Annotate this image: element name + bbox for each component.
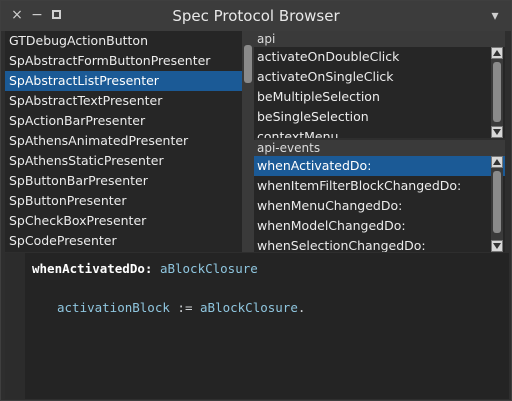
class-list-item[interactable]: SpAthensAnimatedPresenter: [5, 131, 255, 151]
spec-protocol-browser-window: × − Spec Protocol Browser ▾ GTDebugActio…: [0, 0, 512, 401]
class-list-item[interactable]: SpAbstractFormButtonPresenter: [5, 51, 255, 71]
source-code-editor[interactable]: whenActivatedDo: aBlockClosure activatio…: [5, 253, 509, 399]
title-bar[interactable]: × − Spec Protocol Browser ▾: [1, 1, 511, 31]
scroll-up-arrow-icon[interactable]: [491, 156, 503, 168]
window-title: Spec Protocol Browser: [172, 7, 340, 25]
body-statement-end: .: [297, 300, 306, 315]
api-events-pane-header: api-events: [254, 140, 505, 156]
event-list-item[interactable]: whenMenuChangedDo:: [254, 196, 505, 216]
api-pane-header: api: [254, 31, 505, 47]
class-list-item[interactable]: SpAbstractTextPresenter: [5, 91, 255, 111]
api-pane-scrollbar[interactable]: [491, 47, 503, 138]
api-events-pane: api-events whenActivatedDo: whenItemFilt…: [254, 140, 505, 252]
class-list-item[interactable]: SpCodePresenter: [5, 231, 255, 251]
body-variable: activationBlock: [57, 300, 170, 315]
body-value: aBlockClosure: [200, 300, 298, 315]
event-list-item[interactable]: whenSelectionChangedDo:: [254, 236, 505, 252]
api-pane: api activateOnDoubleClick activateOnSing…: [254, 31, 505, 138]
api-list-item[interactable]: beSingleSelection: [254, 107, 505, 127]
api-list-item[interactable]: contextMenu: [254, 127, 505, 138]
api-list-item[interactable]: activateOnSingleClick: [254, 67, 505, 87]
class-list-item[interactable]: SpButtonBarPresenter: [5, 171, 255, 191]
class-list-item[interactable]: SpButtonPresenter: [5, 191, 255, 211]
class-list-item[interactable]: SpActionBarPresenter: [5, 111, 255, 131]
method-selector: whenActivatedDo:: [32, 261, 153, 276]
api-pane-scroll-thumb[interactable]: [493, 62, 501, 122]
method-body-line: activationBlock := aBlockClosure.: [57, 300, 305, 315]
event-list-item[interactable]: whenItemFilterBlockChangedDo:: [254, 176, 505, 196]
events-pane-scroll-thumb[interactable]: [493, 171, 501, 233]
class-list-item[interactable]: GTDebugActionButton: [5, 31, 255, 51]
api-list-item[interactable]: beMultipleSelection: [254, 87, 505, 107]
events-pane-scrollbar[interactable]: [491, 156, 503, 252]
class-list-item[interactable]: SpCheckBoxPresenter: [5, 211, 255, 231]
class-list-item[interactable]: SpAthensStaticPresenter: [5, 151, 255, 171]
event-list-item[interactable]: whenModelChangedDo:: [254, 216, 505, 236]
scroll-down-arrow-icon[interactable]: [491, 240, 503, 252]
method-signature: whenActivatedDo: aBlockClosure: [32, 261, 258, 276]
event-list-item-selected[interactable]: whenActivatedDo:: [254, 156, 505, 176]
class-list-scrollbar[interactable]: [242, 31, 254, 252]
class-list-scroll-thumb[interactable]: [244, 45, 252, 83]
code-gutter: [5, 253, 25, 399]
scroll-up-arrow-icon[interactable]: [491, 47, 503, 59]
body-assignment-operator: :=: [177, 300, 193, 315]
api-list-item[interactable]: activateOnDoubleClick: [254, 47, 505, 67]
method-argument: aBlockClosure: [159, 261, 258, 276]
window-menu-icon[interactable]: ▾: [487, 8, 503, 24]
scroll-down-arrow-icon[interactable]: [491, 126, 503, 138]
class-list-item-selected[interactable]: SpAbstractListPresenter: [5, 71, 255, 91]
class-list[interactable]: GTDebugActionButton SpAbstractFormButton…: [5, 31, 255, 252]
